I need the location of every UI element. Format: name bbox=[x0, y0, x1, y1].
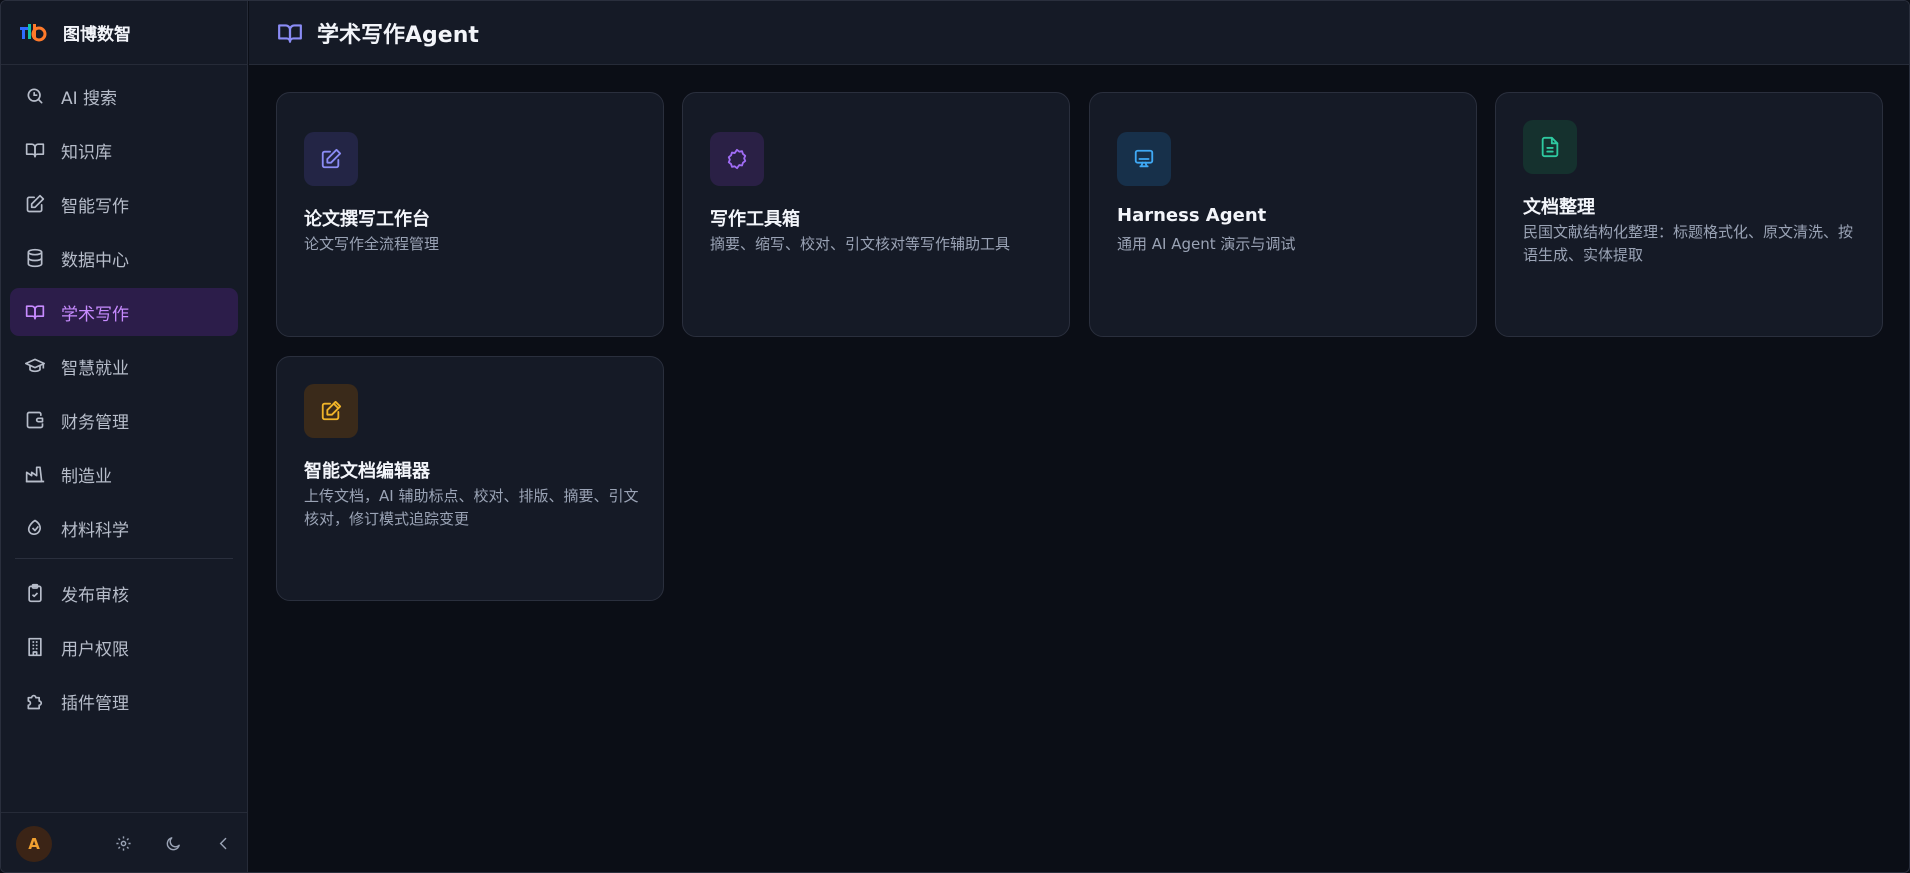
card-title: Harness Agent bbox=[1117, 205, 1267, 226]
sidebar-item-plugin-management[interactable]: 插件管理 bbox=[10, 677, 238, 725]
app-window: 图博数智 AI 搜索 知识库 智能写作 数据中心 学术写作 智慧就业 财务管理 … bbox=[0, 0, 1910, 873]
card-description: 论文写作全流程管理 bbox=[304, 235, 440, 253]
clipboard-check-icon bbox=[24, 582, 46, 604]
sidebar-item-label: 知识库 bbox=[61, 142, 112, 163]
sidebar-item-knowledge-base[interactable]: 知识库 bbox=[10, 126, 238, 174]
brand-logo-icon bbox=[20, 23, 47, 41]
sidebar-item-academic-writing[interactable]: 学术写作 bbox=[10, 288, 238, 336]
sidebar-item-label: 材料科学 bbox=[61, 520, 129, 541]
card-title: 文档整理 bbox=[1523, 197, 1595, 218]
book-open-icon bbox=[24, 139, 46, 161]
sidebar-item-materials-science[interactable]: 材料科学 bbox=[10, 504, 238, 552]
sidebar-footer: A bbox=[1, 812, 248, 872]
sidebar-item-label: 财务管理 bbox=[61, 412, 129, 433]
sidebar-item-label: 用户权限 bbox=[61, 639, 129, 660]
book-open-icon bbox=[278, 23, 302, 43]
monitor-icon bbox=[1134, 149, 1154, 168]
chevron-left-icon bbox=[219, 837, 226, 850]
gear-icon bbox=[115, 836, 131, 851]
card-title: 写作工具箱 bbox=[710, 209, 800, 230]
page-header: 学术写作Agent bbox=[249, 1, 1909, 65]
sidebar-item-data-center[interactable]: 数据中心 bbox=[10, 234, 238, 282]
sidebar-item-ai-search[interactable]: AI 搜索 bbox=[10, 72, 238, 120]
sidebar-item-smart-employment[interactable]: 智慧就业 bbox=[10, 342, 238, 390]
page-title: 学术写作Agent bbox=[317, 22, 479, 48]
sidebar-item-label: 智慧就业 bbox=[61, 358, 129, 379]
sidebar-item-label: AI 搜索 bbox=[61, 88, 118, 109]
card-description: 摘要、缩写、校对、引文核对等写作辅助工具 bbox=[710, 235, 1011, 253]
brand[interactable]: 图博数智 bbox=[1, 1, 247, 65]
brand-name: 图博数智 bbox=[63, 25, 131, 45]
sidebar-item-label: 插件管理 bbox=[61, 693, 129, 714]
pencil-square-icon bbox=[24, 193, 46, 215]
document-icon bbox=[1541, 136, 1559, 158]
theme-toggle-button[interactable] bbox=[162, 833, 184, 855]
sidebar-item-manufacturing[interactable]: 制造业 bbox=[10, 450, 238, 498]
factory-icon bbox=[24, 463, 46, 485]
sidebar-item-user-permissions[interactable]: 用户权限 bbox=[10, 623, 238, 671]
sidebar-item-label: 发布审核 bbox=[61, 585, 129, 606]
card-document-organizing[interactable]: 文档整理 民国文献结构化整理：标题格式化、原文清洗、按语生成、实体提取 bbox=[1495, 92, 1883, 337]
card-title: 论文撰写工作台 bbox=[304, 209, 430, 230]
building-icon bbox=[24, 636, 46, 658]
badge-icon bbox=[727, 148, 747, 170]
sidebar-item-label: 学术写作 bbox=[61, 304, 129, 325]
book-open-icon bbox=[24, 301, 46, 323]
external-edit-icon bbox=[321, 400, 342, 421]
edit-icon bbox=[321, 148, 342, 169]
sidebar-item-smart-writing[interactable]: 智能写作 bbox=[10, 180, 238, 228]
card-icon-box bbox=[710, 132, 764, 186]
card-title: 智能文档编辑器 bbox=[304, 461, 430, 482]
card-smart-document-editor[interactable]: 智能文档编辑器 上传文档，AI 辅助标点、校对、排版、摘要、引文核对，修订模式追… bbox=[276, 356, 664, 601]
database-icon bbox=[24, 247, 46, 269]
card-writing-toolbox[interactable]: 写作工具箱 摘要、缩写、校对、引文核对等写作辅助工具 bbox=[682, 92, 1070, 337]
card-icon-box bbox=[1117, 132, 1171, 186]
card-icon-box bbox=[304, 384, 358, 438]
sidebar-item-label: 智能写作 bbox=[61, 196, 129, 217]
collapse-sidebar-button[interactable] bbox=[212, 833, 234, 855]
wallet-icon bbox=[24, 409, 46, 431]
avatar[interactable]: A bbox=[16, 825, 52, 862]
puzzle-icon bbox=[24, 690, 46, 712]
sidebar: 图博数智 AI 搜索 知识库 智能写作 数据中心 学术写作 智慧就业 财务管理 … bbox=[1, 1, 248, 872]
sidebar-item-finance[interactable]: 财务管理 bbox=[10, 396, 238, 444]
card-description: 民国文献结构化整理：标题格式化、原文清洗、按语生成、实体提取 bbox=[1523, 223, 1854, 264]
card-thesis-workbench[interactable]: 论文撰写工作台 论文写作全流程管理 bbox=[276, 92, 664, 337]
sidebar-item-label: 数据中心 bbox=[61, 250, 129, 271]
graduation-cap-icon bbox=[24, 355, 46, 377]
card-icon-box bbox=[1523, 120, 1577, 174]
sidebar-item-publish-review[interactable]: 发布审核 bbox=[10, 569, 238, 617]
card-harness-agent[interactable]: Harness Agent 通用 AI Agent 演示与调试 bbox=[1089, 92, 1477, 337]
card-icon-box bbox=[304, 132, 358, 186]
nav-divider bbox=[15, 558, 233, 559]
sidebar-item-label: 制造业 bbox=[61, 466, 112, 487]
card-description: 上传文档，AI 辅助标点、校对、排版、摘要、引文核对，修订模式追踪变更 bbox=[304, 487, 639, 528]
settings-button[interactable] bbox=[112, 833, 134, 855]
card-description: 通用 AI Agent 演示与调试 bbox=[1117, 235, 1296, 253]
moon-icon bbox=[166, 837, 180, 851]
search-sparkle-icon bbox=[24, 85, 46, 107]
sidebar-nav: AI 搜索 知识库 智能写作 数据中心 学术写作 智慧就业 财务管理 制造业 材… bbox=[1, 65, 247, 725]
atom-leaf-icon bbox=[24, 517, 46, 539]
